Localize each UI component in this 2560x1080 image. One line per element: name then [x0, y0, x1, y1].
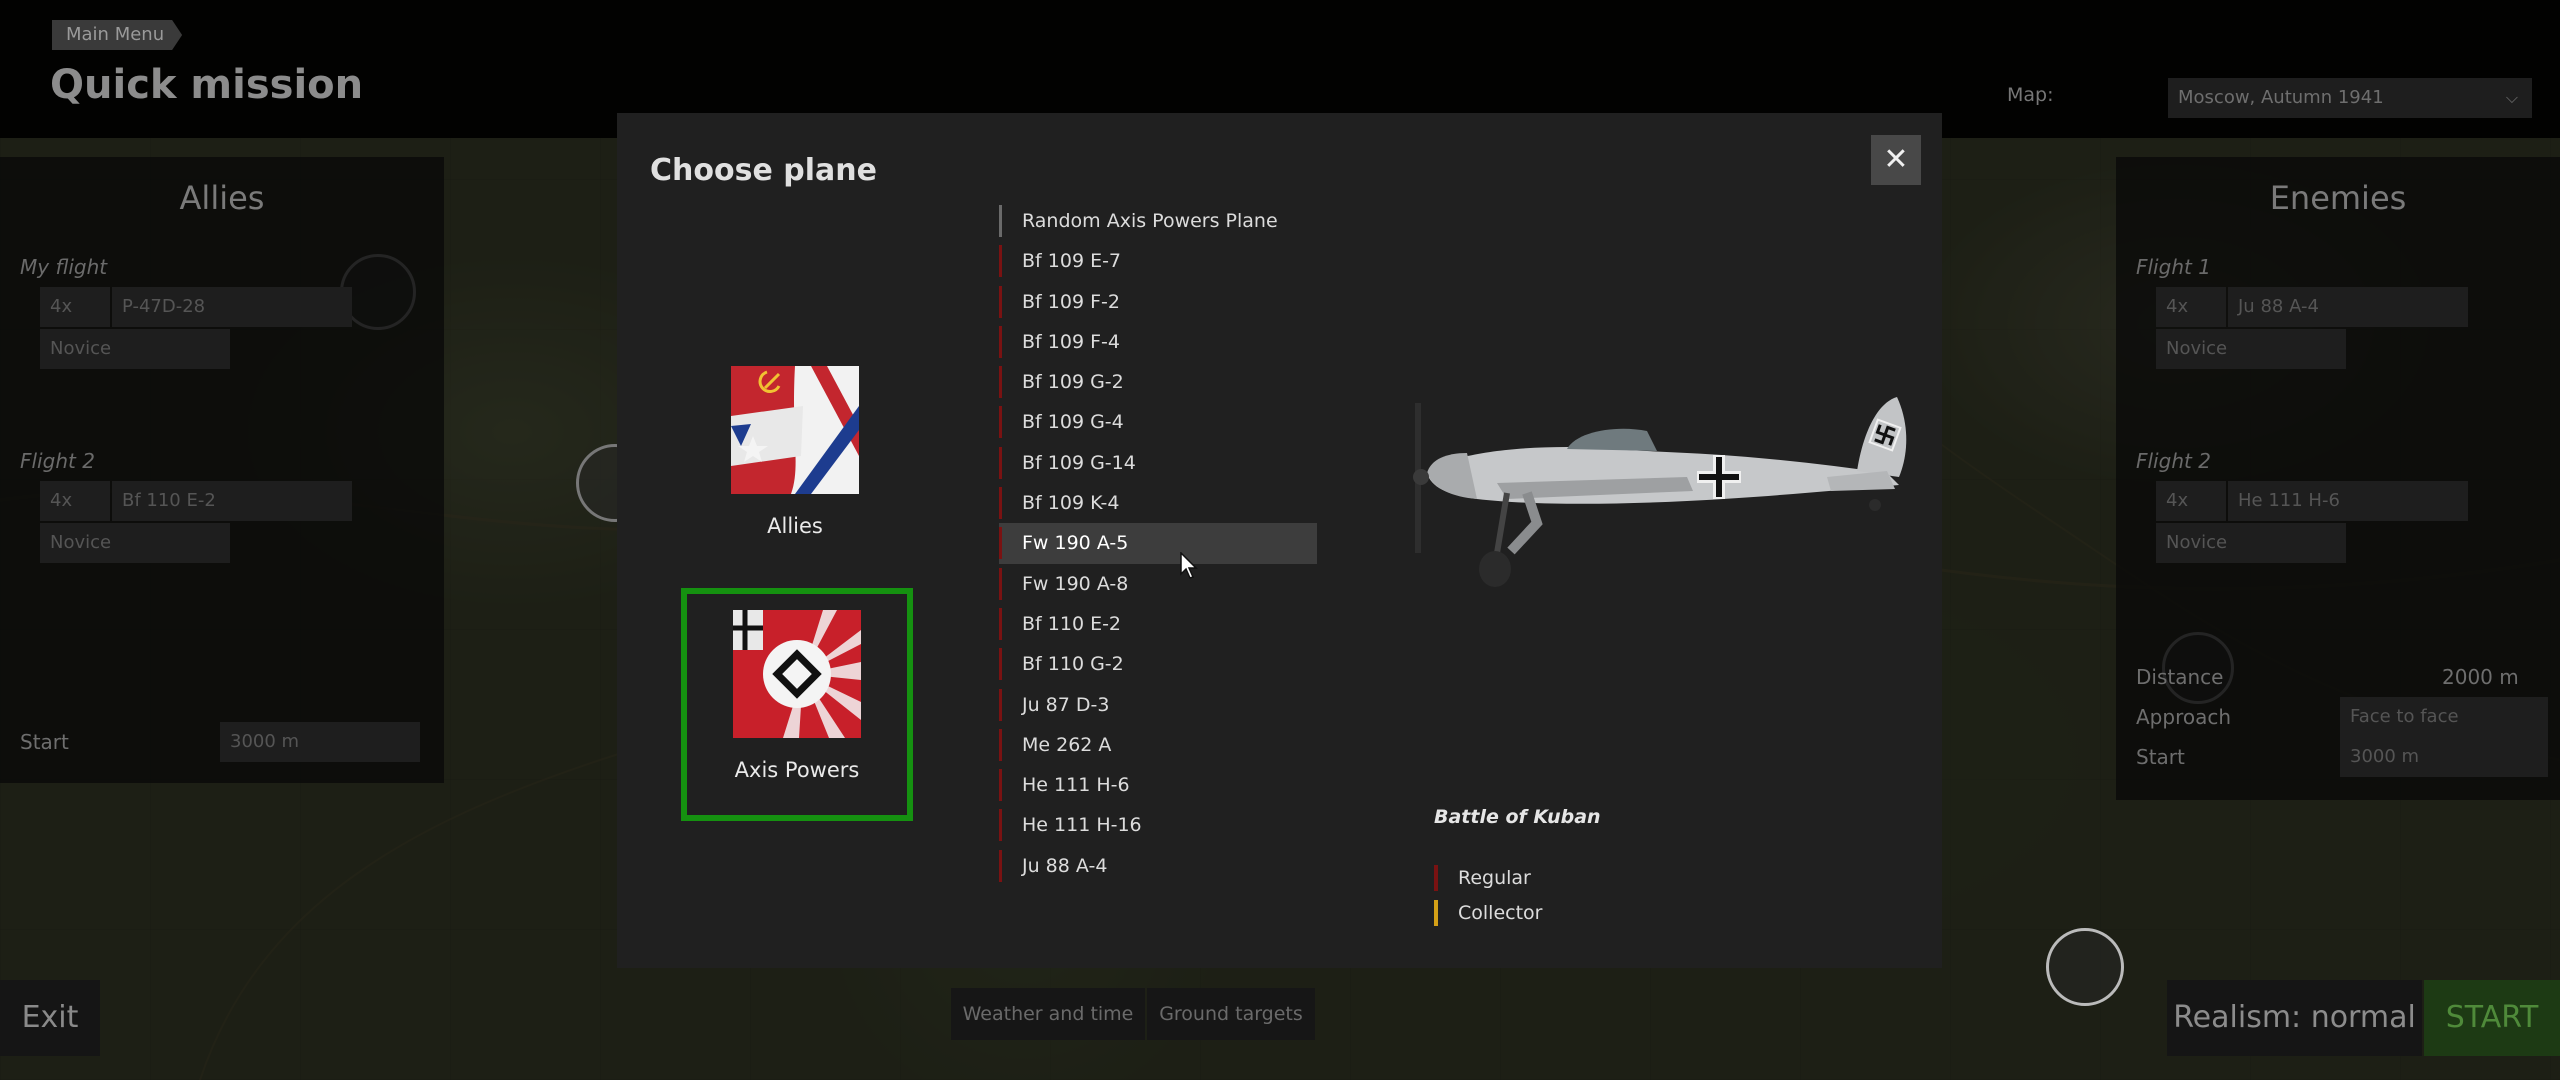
realism-button[interactable]: Realism: normal [2167, 980, 2422, 1056]
allies-start-label: Start [20, 730, 69, 754]
enemy-flight1-count-select[interactable]: 4x [2156, 287, 2226, 327]
flight1-plane-select[interactable]: P-47D-28 [112, 287, 352, 327]
flight1-count-select[interactable]: 4x [40, 287, 110, 327]
ground-targets-button[interactable]: Ground targets [1147, 988, 1315, 1040]
map-marker-3[interactable] [2046, 928, 2124, 1006]
flight2-count-select[interactable]: 4x [40, 481, 110, 521]
map-label: Map: [2007, 84, 2054, 106]
close-icon: ✕ [1883, 142, 1909, 177]
plane-list-item[interactable]: Bf 109 F-4 [999, 322, 1317, 362]
exit-button[interactable]: Exit [0, 980, 100, 1056]
battle-name: Battle of Kuban [1434, 806, 1601, 828]
choose-plane-modal: Choose plane ✕ Allies Axis Powers Random… [617, 113, 1942, 968]
map-select[interactable]: Moscow, Autumn 1941 ⌵ [2168, 78, 2532, 118]
enemy-start-label: Start [2136, 745, 2185, 769]
enemy-flight2-skill-select[interactable]: Novice [2156, 523, 2346, 563]
chevron-down-icon: ⌵ [2505, 88, 2518, 107]
plane-list-item[interactable]: Bf 109 G-14 [999, 443, 1317, 483]
plane-list: Random Axis Powers Plane Bf 109 E-7 Bf 109… [999, 201, 1317, 886]
plane-list-item[interactable]: Bf 109 K-4 [999, 483, 1317, 523]
legend-collector: Collector [1434, 900, 1542, 926]
plane-list-item[interactable]: Fw 190 A-8 [999, 564, 1317, 604]
flight1-skill-select[interactable]: Novice [40, 329, 230, 369]
plane-list-item[interactable]: Bf 109 E-7 [999, 241, 1317, 281]
enemy-flight2-label: Flight 2 [2136, 449, 2211, 473]
plane-list-item[interactable]: Bf 109 G-2 [999, 362, 1317, 402]
close-button[interactable]: ✕ [1871, 135, 1921, 185]
flight2-label: Flight 2 [20, 449, 95, 473]
enemy-flight2-count-select[interactable]: 4x [2156, 481, 2226, 521]
plane-preview-image [1387, 373, 1927, 603]
start-button[interactable]: START [2424, 980, 2560, 1056]
plane-list-item[interactable]: Bf 109 G-4 [999, 402, 1317, 442]
allies-start-select[interactable]: 3000 m [220, 722, 420, 762]
plane-list-item[interactable]: Fw 190 A-5 [999, 523, 1317, 564]
enemy-flight2-plane-select[interactable]: He 111 H-6 [2228, 481, 2468, 521]
distance-value: 2000 m [2442, 665, 2519, 689]
allies-panel-title: Allies [179, 179, 265, 217]
axis-side-label: Axis Powers [734, 758, 860, 782]
distance-label: Distance [2136, 665, 2224, 689]
modal-title: Choose plane [650, 153, 877, 188]
flight2-skill-select[interactable]: Novice [40, 523, 230, 563]
map-select-value: Moscow, Autumn 1941 [2178, 87, 2384, 108]
enemy-flight1-label: Flight 1 [2136, 255, 2211, 279]
plane-list-item[interactable]: He 111 H-16 [999, 805, 1317, 845]
plane-list-item[interactable]: Bf 110 E-2 [999, 604, 1317, 644]
my-flight-label: My flight [20, 255, 108, 279]
plane-list-item[interactable]: Ju 88 A-4 [999, 846, 1317, 886]
enemies-panel-title: Enemies [2269, 179, 2407, 217]
page-title: Quick mission [50, 62, 364, 108]
plane-list-item[interactable]: Me 262 A [999, 725, 1317, 765]
enemy-flight1-skill-select[interactable]: Novice [2156, 329, 2346, 369]
allies-side-label: Allies [767, 514, 823, 538]
approach-select[interactable]: Face to face [2340, 697, 2548, 737]
weather-and-time-button[interactable]: Weather and time [951, 988, 1145, 1040]
enemies-panel: Enemies Flight 1 4x Ju 88 A-4 Novice Fli… [2116, 157, 2560, 800]
plane-list-item[interactable]: Bf 110 G-2 [999, 644, 1317, 684]
enemy-flight1-plane-select[interactable]: Ju 88 A-4 [2228, 287, 2468, 327]
flight2-plane-select[interactable]: Bf 110 E-2 [112, 481, 352, 521]
mouse-cursor-icon [1180, 551, 1198, 580]
allies-panel: Allies My flight 4x P-47D-28 Novice Flig… [0, 157, 444, 783]
axis-flag-emblem [733, 610, 861, 738]
plane-list-item[interactable]: Bf 109 F-2 [999, 282, 1317, 322]
side-card-allies[interactable]: Allies [679, 356, 911, 588]
legend-regular: Regular [1434, 865, 1531, 891]
enemy-start-select[interactable]: 3000 m [2340, 737, 2548, 777]
breadcrumb-main-menu[interactable]: Main Menu [52, 20, 182, 50]
allies-flag-emblem [731, 366, 859, 494]
plane-list-item[interactable]: Ju 87 D-3 [999, 685, 1317, 725]
approach-label: Approach [2136, 705, 2232, 729]
plane-list-item[interactable]: He 111 H-6 [999, 765, 1317, 805]
side-card-axis-powers[interactable]: Axis Powers [681, 588, 913, 821]
plane-list-item[interactable]: Random Axis Powers Plane [999, 201, 1317, 241]
